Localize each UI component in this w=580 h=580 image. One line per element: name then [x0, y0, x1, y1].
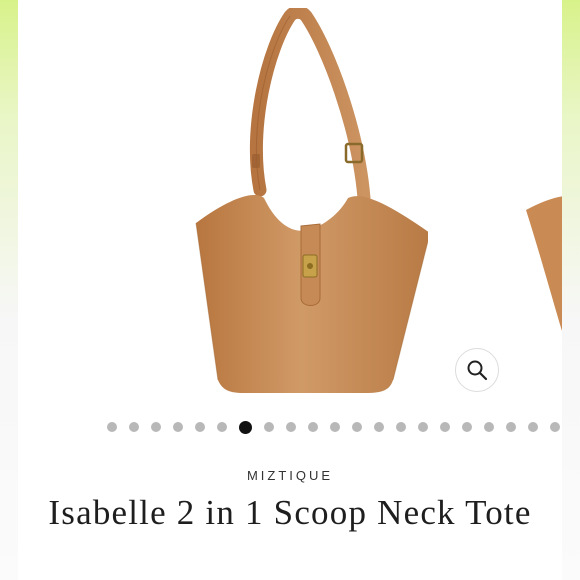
pagination-dot[interactable] — [396, 422, 406, 432]
next-product-image[interactable] — [518, 190, 562, 350]
pagination-dot[interactable] — [440, 422, 450, 432]
pagination-dot[interactable] — [352, 422, 362, 432]
pagination-dot[interactable] — [308, 422, 318, 432]
pagination-dot[interactable] — [264, 422, 274, 432]
pagination-dot[interactable] — [217, 422, 227, 432]
pagination-dot[interactable] — [418, 422, 428, 432]
left-edge-accent — [0, 0, 18, 580]
magnifier-icon — [467, 360, 488, 381]
product-brand[interactable]: MIZTIQUE — [0, 468, 580, 483]
zoom-button[interactable] — [455, 348, 499, 392]
product-image[interactable] — [168, 8, 428, 396]
pagination-dot[interactable] — [129, 422, 139, 432]
product-image-gallery[interactable] — [18, 0, 562, 410]
pagination-dot[interactable] — [528, 422, 538, 432]
right-edge-accent — [562, 0, 580, 580]
pagination-dot[interactable] — [173, 422, 183, 432]
pagination-dot[interactable] — [195, 422, 205, 432]
pagination-dot[interactable] — [550, 422, 560, 432]
pagination-dot[interactable] — [107, 422, 117, 432]
pagination-dot[interactable] — [484, 422, 494, 432]
pagination-dot-active[interactable] — [239, 420, 252, 434]
pagination-dot[interactable] — [462, 422, 472, 432]
pagination-dot[interactable] — [286, 422, 296, 432]
gallery-pagination[interactable] — [107, 420, 560, 434]
product-title: Isabelle 2 in 1 Scoop Neck Tote — [48, 493, 532, 532]
pagination-dot[interactable] — [330, 422, 340, 432]
pagination-dot[interactable] — [506, 422, 516, 432]
pagination-dot[interactable] — [151, 422, 161, 432]
pagination-dot[interactable] — [374, 422, 384, 432]
